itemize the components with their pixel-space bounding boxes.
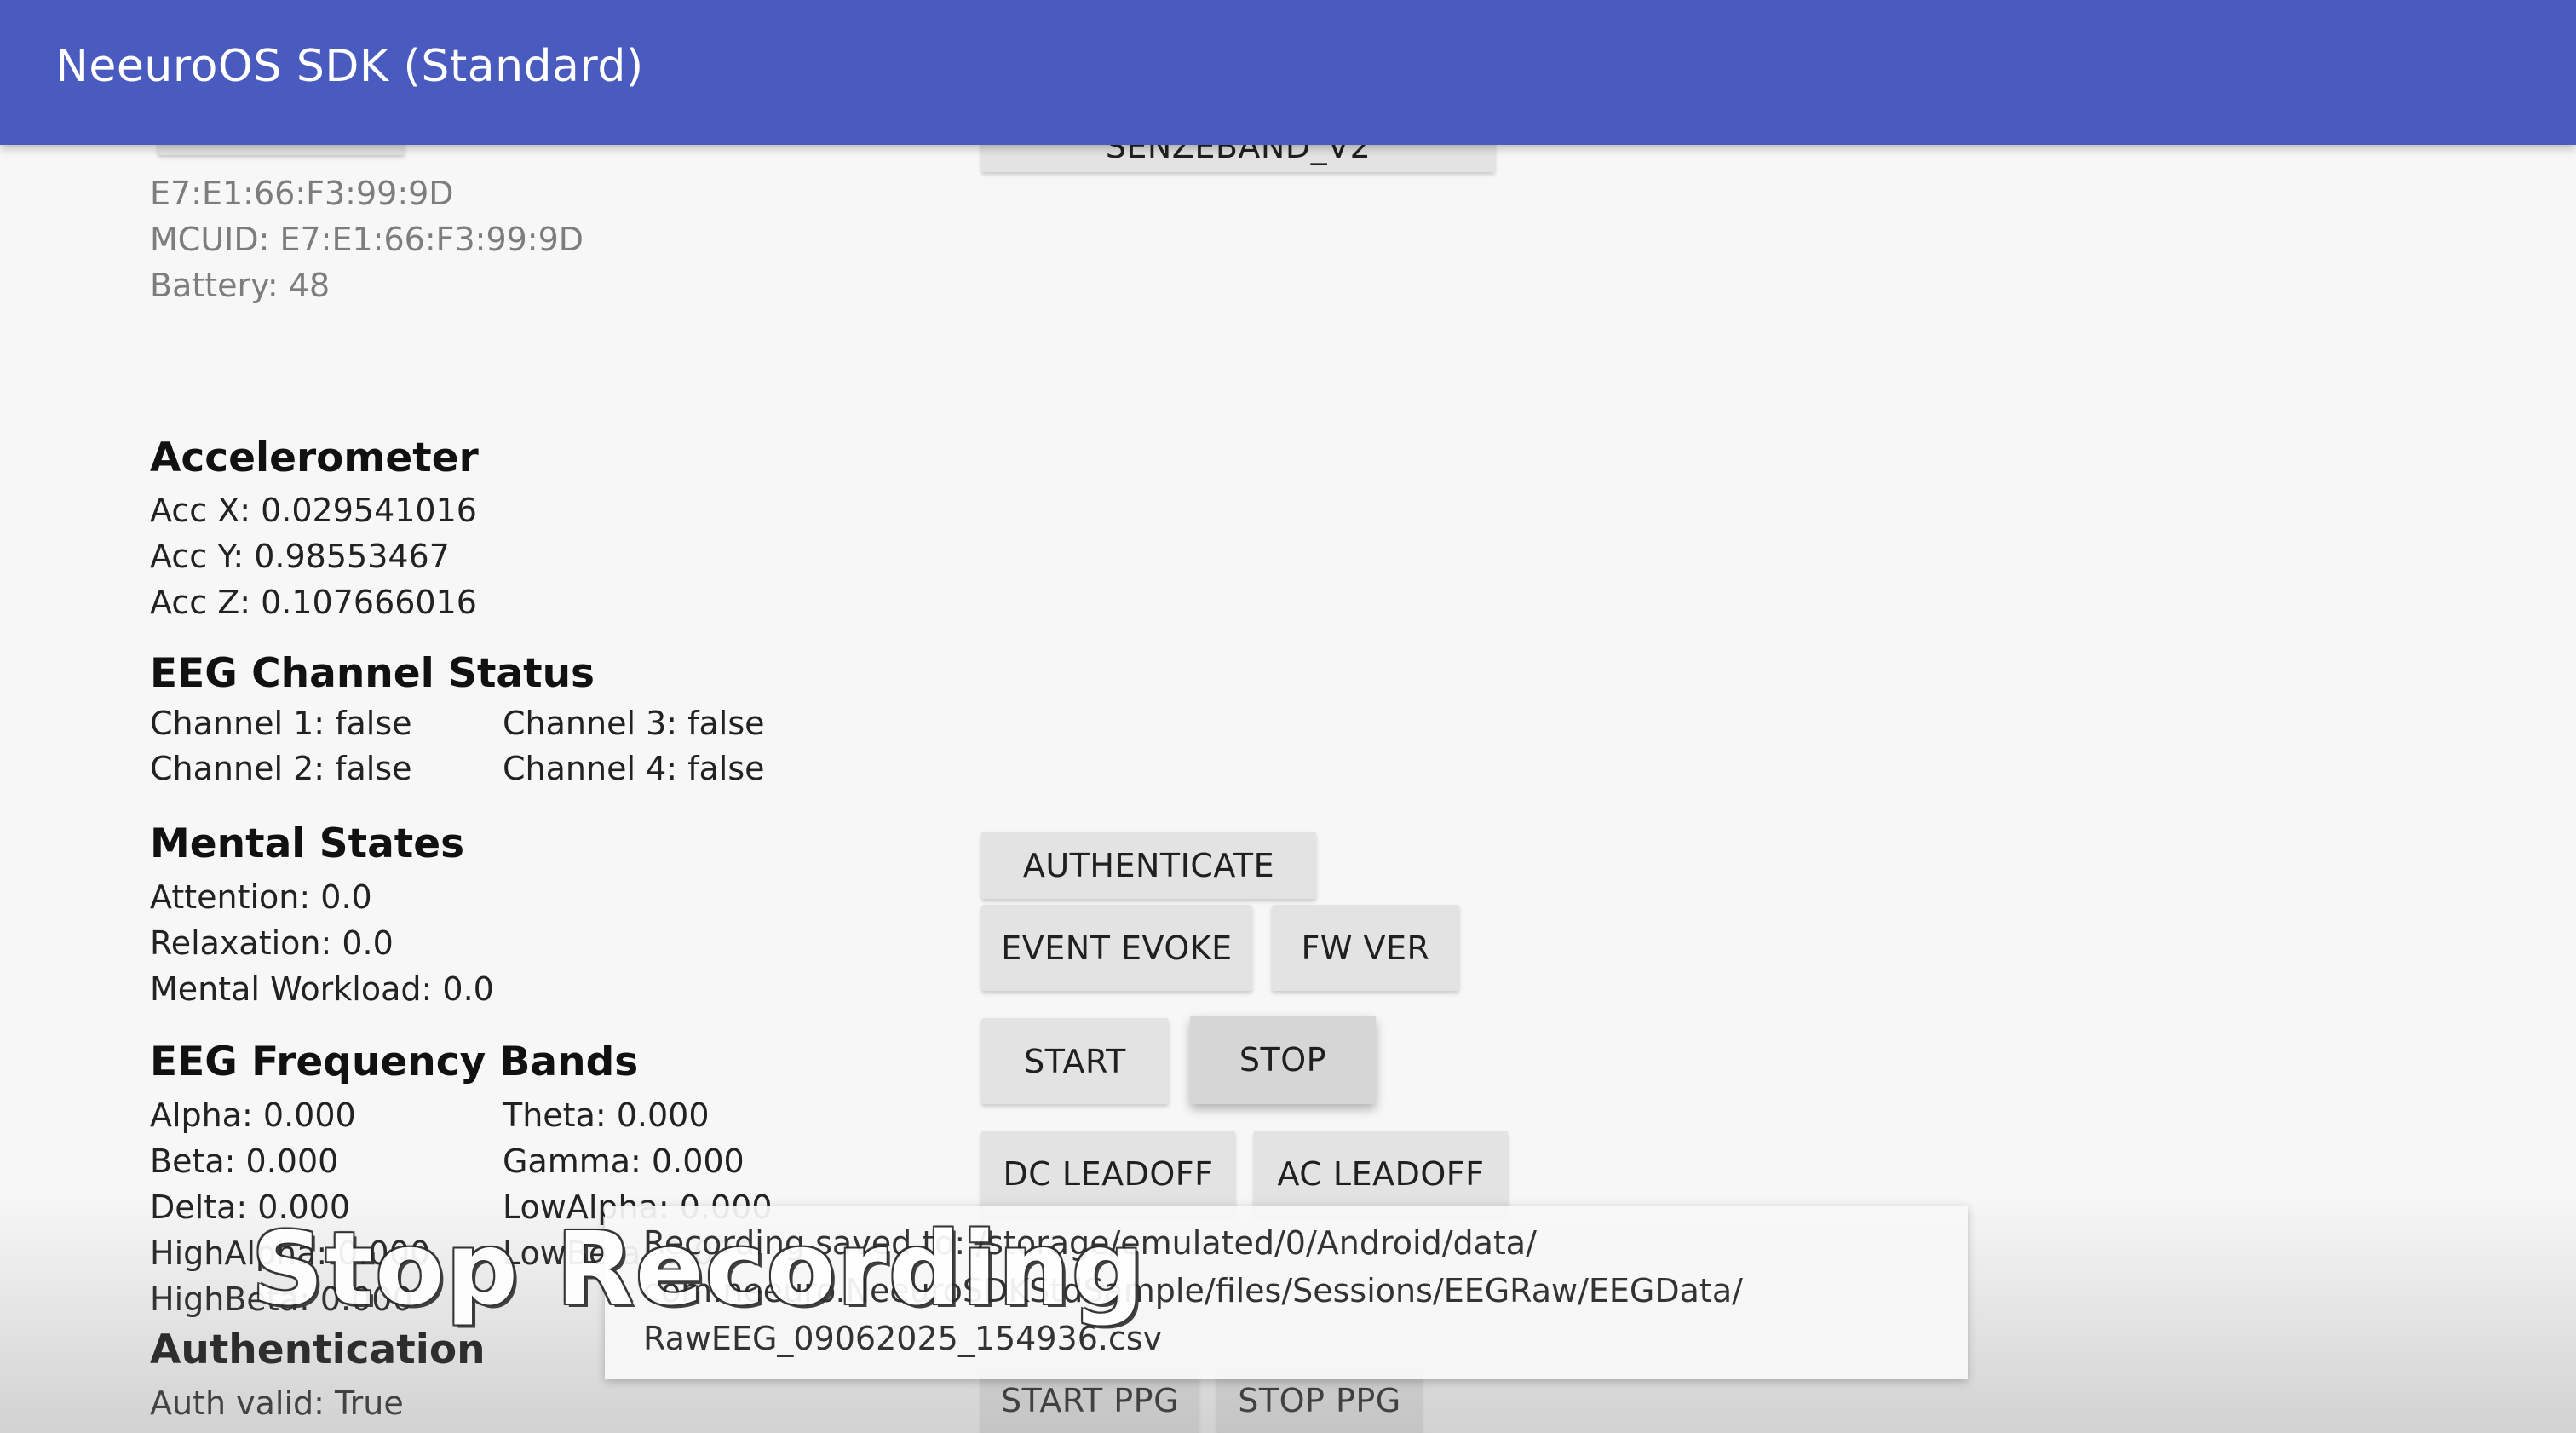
start-ppg-button[interactable]: START PPG xyxy=(981,1372,1199,1433)
beta-value: Beta: 0.000 xyxy=(150,1142,339,1180)
eeg-channel-status-title: EEG Channel Status xyxy=(150,650,595,697)
attention-value: Attention: 0.0 xyxy=(150,878,372,916)
device-battery: Battery: 48 xyxy=(150,267,331,304)
acc-x: Acc X: 0.029541016 xyxy=(150,492,477,529)
stop-ppg-button[interactable]: STOP PPG xyxy=(1217,1372,1422,1433)
channel-1-status: Channel 1: false xyxy=(150,705,412,742)
eeg-frequency-bands-title: EEG Frequency Bands xyxy=(150,1039,639,1085)
event-evoke-button[interactable]: EVENT EVOKE xyxy=(981,905,1252,991)
relaxation-value: Relaxation: 0.0 xyxy=(150,924,394,962)
video-caption: Stop Recording xyxy=(251,1210,1146,1327)
app-bar: NeeuroOS SDK (Standard) xyxy=(0,0,2576,145)
device-mcuid: MCUID: E7:E1:66:F3:99:9D xyxy=(150,221,584,258)
app-title: NeeuroOS SDK (Standard) xyxy=(55,41,644,92)
alpha-value: Alpha: 0.000 xyxy=(150,1096,356,1134)
acc-z: Acc Z: 0.107666016 xyxy=(150,584,477,621)
mental-states-title: Mental States xyxy=(150,820,465,867)
acc-y: Acc Y: 0.98553467 xyxy=(150,538,450,575)
stop-button[interactable]: STOP xyxy=(1190,1016,1376,1104)
theta-value: Theta: 0.000 xyxy=(503,1096,710,1134)
device-address: E7:E1:66:F3:99:9D xyxy=(150,175,454,212)
channel-3-status: Channel 3: false xyxy=(503,705,765,742)
accelerometer-title: Accelerometer xyxy=(150,435,479,481)
ac-leadoff-button[interactable]: AC LEADOFF xyxy=(1254,1131,1508,1217)
mental-workload-value: Mental Workload: 0.0 xyxy=(150,970,494,1008)
auth-valid-value: Auth valid: True xyxy=(150,1384,404,1422)
dc-leadoff-button[interactable]: DC LEADOFF xyxy=(981,1131,1235,1217)
channel-4-status: Channel 4: false xyxy=(503,750,765,787)
authenticate-button[interactable]: AUTHENTICATE xyxy=(981,832,1316,899)
channel-2-status: Channel 2: false xyxy=(150,750,412,787)
authentication-title: Authentication xyxy=(150,1327,486,1373)
gamma-value: Gamma: 0.000 xyxy=(503,1142,745,1180)
fw-ver-button[interactable]: FW VER xyxy=(1272,905,1459,991)
start-button[interactable]: START xyxy=(981,1018,1169,1104)
